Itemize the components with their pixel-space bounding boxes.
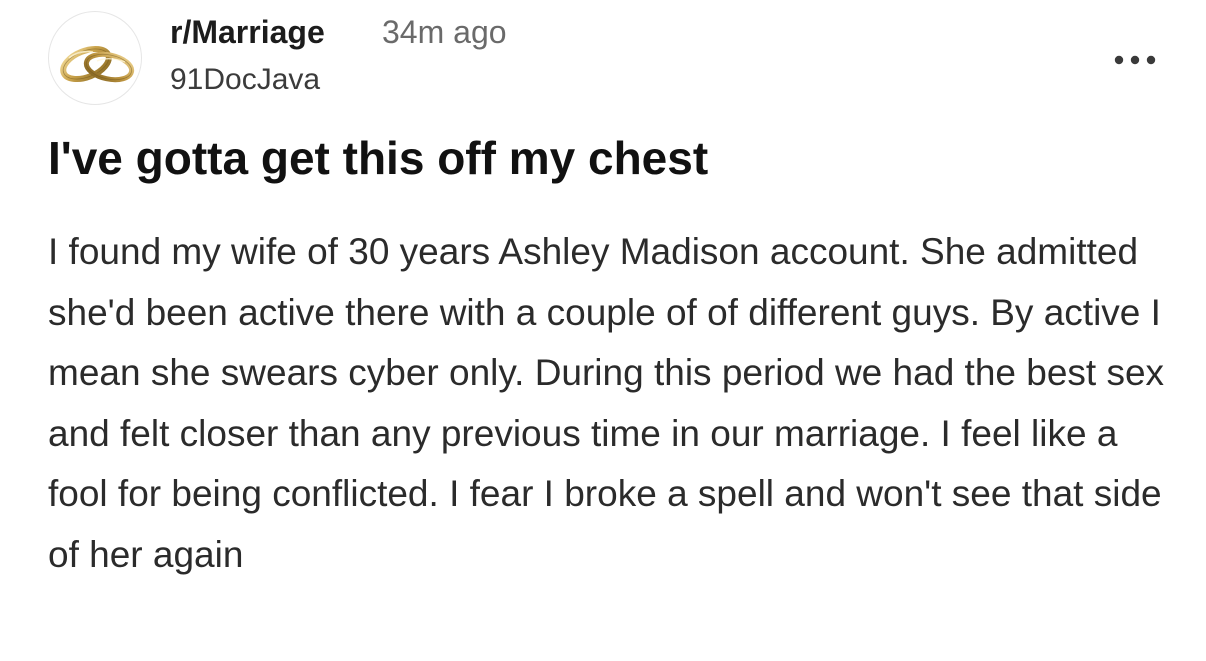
- wedding-rings-icon: [60, 45, 135, 83]
- post-body: I found my wife of 30 years Ashley Madis…: [48, 231, 1165, 575]
- more-options-button[interactable]: [1105, 40, 1165, 80]
- post-card: r/Marriage 34m ago 91DocJava I've gotta …: [0, 0, 1206, 661]
- post-title[interactable]: I've gotta get this off my chest: [48, 128, 1158, 188]
- subreddit-avatar[interactable]: [48, 11, 142, 105]
- author-username[interactable]: 91DocJava: [170, 60, 320, 100]
- more-options-icon: [1114, 55, 1156, 65]
- post-timestamp: 34m ago: [382, 14, 507, 50]
- subreddit-name[interactable]: r/Marriage: [170, 12, 325, 52]
